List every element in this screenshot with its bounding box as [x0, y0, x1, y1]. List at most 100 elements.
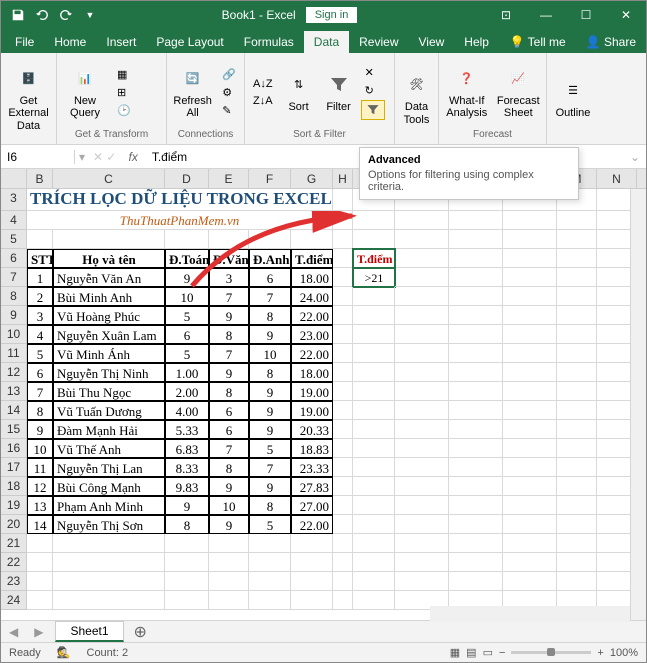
- cell[interactable]: [333, 420, 353, 439]
- cell[interactable]: 23.33: [291, 458, 333, 477]
- row-header[interactable]: 17: [1, 458, 27, 477]
- row-header[interactable]: 7: [1, 268, 27, 287]
- cell[interactable]: Nguyễn Thị Sơn: [53, 515, 165, 534]
- cell[interactable]: [503, 230, 557, 249]
- name-box[interactable]: I6: [1, 150, 75, 164]
- whatif-button[interactable]: ❓What-If Analysis: [443, 61, 491, 123]
- outline-button[interactable]: ☰Outline: [551, 73, 595, 123]
- cell[interactable]: 9: [249, 401, 291, 420]
- cell[interactable]: 12: [27, 477, 53, 496]
- cell[interactable]: 8: [249, 363, 291, 382]
- row-header[interactable]: 19: [1, 496, 27, 515]
- minimize-icon[interactable]: —: [526, 1, 566, 29]
- cell[interactable]: 11: [27, 458, 53, 477]
- cell[interactable]: [449, 306, 503, 325]
- cell[interactable]: [449, 458, 503, 477]
- cell[interactable]: 5: [249, 439, 291, 458]
- cell[interactable]: [503, 496, 557, 515]
- cell[interactable]: [27, 230, 53, 249]
- tab-formulas[interactable]: Formulas: [234, 31, 304, 53]
- cell[interactable]: Đàm Mạnh Hải: [53, 420, 165, 439]
- cell[interactable]: 9: [209, 515, 249, 534]
- cell[interactable]: [353, 553, 395, 572]
- cell[interactable]: [449, 363, 503, 382]
- cell[interactable]: [503, 268, 557, 287]
- cell[interactable]: [209, 572, 249, 591]
- cell[interactable]: Bùi Công Mạnh: [53, 477, 165, 496]
- cell[interactable]: [557, 572, 597, 591]
- cell[interactable]: [353, 325, 395, 344]
- data-tools-button[interactable]: 🛠Data Tools: [399, 67, 434, 129]
- cell[interactable]: [449, 439, 503, 458]
- cell[interactable]: [353, 458, 395, 477]
- forecast-sheet-button[interactable]: 📈Forecast Sheet: [495, 61, 543, 123]
- cell[interactable]: [449, 420, 503, 439]
- cell[interactable]: [557, 363, 597, 382]
- row-header[interactable]: 22: [1, 553, 27, 572]
- cell[interactable]: [449, 211, 503, 230]
- cell[interactable]: 3: [209, 268, 249, 287]
- row-header[interactable]: 8: [1, 287, 27, 306]
- cell[interactable]: 7: [249, 287, 291, 306]
- cell[interactable]: Nguyễn Xuân Lam: [53, 325, 165, 344]
- advanced-filter-button[interactable]: [361, 100, 385, 120]
- cell[interactable]: 9: [165, 268, 209, 287]
- view-normal-icon[interactable]: ▦: [450, 646, 460, 659]
- cell[interactable]: [333, 211, 353, 230]
- cell[interactable]: Họ và tên: [53, 249, 165, 268]
- row-header[interactable]: 12: [1, 363, 27, 382]
- recent-sources-button[interactable]: 🕑: [113, 102, 135, 119]
- cell[interactable]: [449, 572, 503, 591]
- cell[interactable]: [333, 287, 353, 306]
- column-header[interactable]: C: [53, 169, 165, 188]
- cell[interactable]: [333, 382, 353, 401]
- cell[interactable]: 6: [209, 420, 249, 439]
- row-header[interactable]: 3: [1, 189, 27, 211]
- cell[interactable]: [557, 230, 597, 249]
- cell[interactable]: [557, 211, 597, 230]
- cell[interactable]: 6.83: [165, 439, 209, 458]
- sheet-nav-next-icon[interactable]: ▶: [26, 625, 51, 639]
- add-sheet-button[interactable]: ⊕: [124, 622, 157, 642]
- cell[interactable]: [503, 420, 557, 439]
- cell[interactable]: [209, 553, 249, 572]
- cell[interactable]: 6: [249, 268, 291, 287]
- cell[interactable]: [449, 382, 503, 401]
- cell[interactable]: 18.83: [291, 439, 333, 458]
- row-header[interactable]: 14: [1, 401, 27, 420]
- row-header[interactable]: 15: [1, 420, 27, 439]
- row-header[interactable]: 10: [1, 325, 27, 344]
- row-header[interactable]: 4: [1, 211, 27, 230]
- cell[interactable]: [291, 230, 333, 249]
- cell[interactable]: [249, 534, 291, 553]
- cell[interactable]: [165, 591, 209, 610]
- cell[interactable]: [395, 572, 449, 591]
- cell[interactable]: [503, 477, 557, 496]
- cell[interactable]: [557, 401, 597, 420]
- zoom-percent[interactable]: 100%: [610, 647, 638, 659]
- cell[interactable]: 6: [209, 401, 249, 420]
- row-header[interactable]: 23: [1, 572, 27, 591]
- cell[interactable]: 9: [249, 325, 291, 344]
- cell[interactable]: 20.33: [291, 420, 333, 439]
- cell[interactable]: Vũ Minh Ánh: [53, 344, 165, 363]
- cell[interactable]: Nguyễn Thị Lan: [53, 458, 165, 477]
- spreadsheet-grid[interactable]: BCDEFGHIJKLMN 3TRÍCH LỌC DỮ LIỆU TRONG E…: [1, 169, 646, 610]
- cell[interactable]: 7: [27, 382, 53, 401]
- cell[interactable]: [333, 439, 353, 458]
- cell[interactable]: 8: [249, 496, 291, 515]
- cell[interactable]: Đ.Anh: [249, 249, 291, 268]
- column-header[interactable]: F: [249, 169, 291, 188]
- cell[interactable]: [557, 325, 597, 344]
- cell[interactable]: [557, 477, 597, 496]
- zoom-in-icon[interactable]: +: [597, 647, 603, 659]
- cell[interactable]: [395, 553, 449, 572]
- cell[interactable]: [209, 591, 249, 610]
- cell[interactable]: 8: [209, 382, 249, 401]
- cell[interactable]: [333, 515, 353, 534]
- cell[interactable]: [165, 553, 209, 572]
- cell[interactable]: [53, 591, 165, 610]
- status-accessibility-icon[interactable]: 🕵: [57, 646, 71, 659]
- formula-expand-icon[interactable]: ⌄: [624, 150, 646, 164]
- cell[interactable]: [449, 344, 503, 363]
